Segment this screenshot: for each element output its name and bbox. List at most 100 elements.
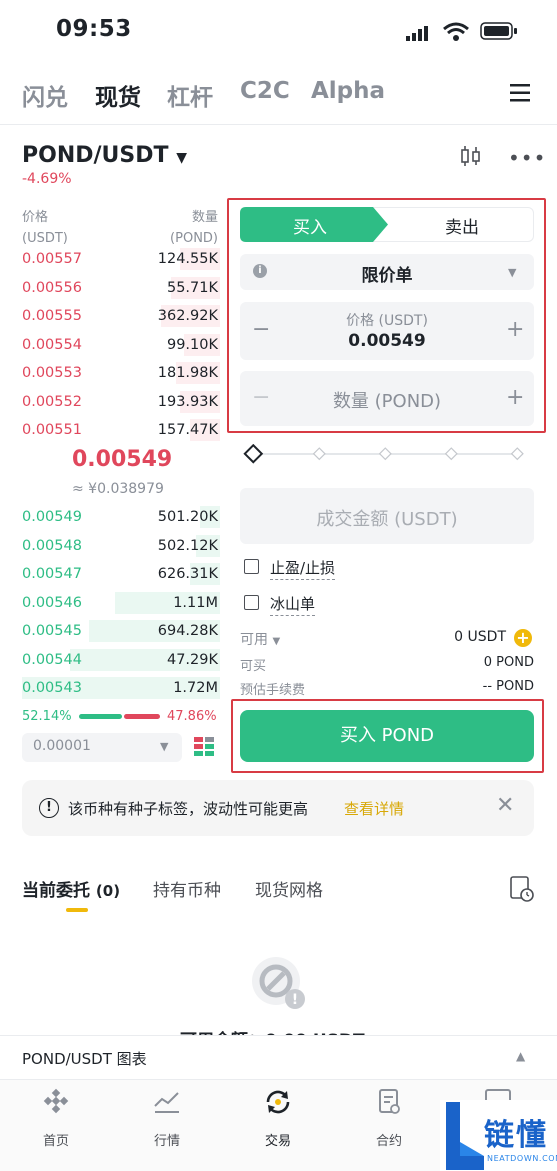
- nav-futures[interactable]: 合约: [354, 1088, 424, 1149]
- price-input-label: 价格 (USDT): [346, 313, 428, 329]
- trade-icon: [243, 1088, 313, 1118]
- depth-view-icon[interactable]: [193, 736, 215, 762]
- ask-row[interactable]: 0.00552 193.93K: [22, 389, 220, 415]
- candlestick-icon[interactable]: [459, 145, 483, 171]
- ask-row[interactable]: 0.00555 362.92K: [22, 303, 220, 329]
- available-label[interactable]: 可用 ▼: [240, 629, 280, 649]
- nav-markets-label: 行情: [153, 1134, 180, 1149]
- bid-row[interactable]: 0.00548 502.12K: [22, 533, 220, 559]
- chart-bar-label: POND/USDT 图表: [22, 1050, 147, 1068]
- buy-tab[interactable]: 买入: [240, 207, 390, 246]
- notice-banner: ! 该币种有种子标签，波动性可能更高 查看详情 ✕: [22, 780, 534, 836]
- tab-alpha[interactable]: Alpha: [311, 78, 385, 104]
- pair-name: POND/USDT: [22, 143, 169, 168]
- ob-price-header: 价格 (USDT): [22, 207, 68, 249]
- bid-row[interactable]: 0.00544 47.29K: [22, 647, 220, 673]
- caret-down-icon: ▼: [272, 636, 281, 647]
- bid-row[interactable]: 0.00547 626.31K: [22, 561, 220, 587]
- ask-qty: 362.92K: [157, 308, 218, 324]
- battery-icon: [480, 22, 518, 44]
- bid-row[interactable]: 0.00543 1.72M: [22, 675, 220, 701]
- quantity-input[interactable]: − 数量 (POND) +: [240, 371, 534, 426]
- bid-price: 0.00546: [22, 594, 82, 611]
- ask-price: 0.00556: [22, 279, 82, 296]
- available-label-text: 可用: [240, 632, 268, 648]
- watermark-text: 链懂: [484, 1118, 548, 1153]
- tab-margin[interactable]: 杠杆: [167, 78, 213, 112]
- tab-swap[interactable]: 闪兑: [22, 78, 68, 112]
- caret-down-icon: ▼: [508, 266, 517, 279]
- can-buy-value: 0 POND: [483, 655, 534, 670]
- caret-down-icon: ▼: [176, 150, 187, 166]
- caret-up-icon: ▲: [516, 1049, 526, 1063]
- document-icon: [354, 1088, 424, 1118]
- signal-icon: [406, 26, 430, 45]
- ask-qty: 99.10K: [166, 336, 218, 353]
- order-type-select[interactable]: i 限价单 ▼: [240, 254, 534, 290]
- nav-home[interactable]: 首页: [21, 1088, 91, 1149]
- bid-price: 0.00544: [22, 651, 82, 668]
- amount-slider[interactable]: [243, 443, 529, 468]
- tab-open-orders[interactable]: 当前委托 (0): [22, 876, 120, 901]
- ob-qty-label: 数量: [191, 210, 218, 225]
- increase-qty-icon[interactable]: +: [506, 385, 524, 410]
- ob-price-label: 价格: [22, 210, 49, 225]
- watermark-sub: NEATDOWN.COM: [487, 1154, 557, 1163]
- ask-row[interactable]: 0.00553 181.98K: [22, 360, 220, 386]
- total-input[interactable]: 成交金额 (USDT): [240, 488, 534, 544]
- nav-futures-label: 合约: [375, 1134, 402, 1149]
- bid-row[interactable]: 0.00545 694.28K: [22, 618, 220, 644]
- iceberg-label[interactable]: 冰山单: [270, 595, 316, 616]
- bid-price: 0.00545: [22, 623, 82, 639]
- bid-row[interactable]: 0.00549 501.20K: [22, 504, 220, 530]
- tick-size-select[interactable]: 0.00001 ▼: [22, 733, 182, 762]
- nav-trade-label: 交易: [264, 1134, 291, 1149]
- order-history-icon[interactable]: [510, 876, 534, 906]
- ask-row[interactable]: 0.00554 99.10K: [22, 332, 220, 358]
- ask-row[interactable]: 0.00557 124.55K: [22, 246, 220, 272]
- bid-qty: 626.31K: [157, 566, 218, 582]
- ask-price: 0.00552: [22, 393, 82, 410]
- watermark-logo: 链懂 NEATDOWN.COM: [440, 1100, 557, 1171]
- close-icon[interactable]: ✕: [496, 793, 514, 818]
- bid-row[interactable]: 0.00546 1.11M: [22, 590, 220, 616]
- iceberg-checkbox[interactable]: [244, 595, 259, 610]
- tab-spot-grid[interactable]: 现货网格: [255, 876, 323, 901]
- ask-price: 0.00554: [22, 336, 82, 353]
- tab-c2c[interactable]: C2C: [240, 78, 290, 104]
- tab-holdings[interactable]: 持有币种: [153, 876, 221, 901]
- buy-ratio-bar: [79, 714, 122, 719]
- bid-qty: 502.12K: [157, 537, 218, 554]
- fee-value: -- POND: [482, 679, 534, 694]
- ob-qty-header: 数量 (POND): [160, 207, 218, 249]
- bid-price: 0.00547: [22, 566, 82, 582]
- sell-tab[interactable]: 卖出: [390, 213, 534, 238]
- nav-home-label: 首页: [42, 1134, 69, 1149]
- add-funds-icon[interactable]: +: [514, 629, 532, 647]
- ask-row[interactable]: 0.00556 55.71K: [22, 275, 220, 301]
- notice-link[interactable]: 查看详情: [344, 798, 404, 819]
- notice-text: 该币种有种子标签，波动性可能更高: [68, 800, 309, 818]
- tp-sl-label[interactable]: 止盈/止损: [270, 559, 336, 580]
- bid-qty: 47.29K: [166, 651, 218, 668]
- buy-button[interactable]: 买入 POND: [240, 710, 534, 762]
- more-icon[interactable]: •••: [508, 146, 546, 170]
- tick-size-value: 0.00001: [33, 738, 91, 754]
- pair-selector[interactable]: POND/USDT ▼: [22, 143, 187, 168]
- price-input[interactable]: − 价格 (USDT) 0.00549 +: [240, 302, 534, 360]
- bid-qty: 1.72M: [173, 680, 218, 696]
- nav-trade[interactable]: 交易: [243, 1088, 313, 1149]
- ask-row[interactable]: 0.00551 157.47K: [22, 417, 220, 443]
- last-price[interactable]: 0.00549: [72, 447, 172, 472]
- buy-tab-label: 买入: [293, 218, 327, 238]
- increase-price-icon[interactable]: +: [506, 317, 524, 342]
- menu-icon[interactable]: [510, 84, 530, 106]
- tp-sl-checkbox[interactable]: [244, 559, 259, 574]
- chart-bar[interactable]: POND/USDT 图表 ▲: [0, 1035, 557, 1079]
- nav-markets[interactable]: 行情: [132, 1088, 202, 1149]
- empty-state-icon: !: [248, 955, 310, 1015]
- tab-spot[interactable]: 现货: [95, 78, 141, 112]
- can-buy-label: 可买: [240, 659, 267, 674]
- ask-price: 0.00551: [22, 422, 82, 438]
- last-price-fiat: ≈ ¥0.038979: [72, 481, 164, 497]
